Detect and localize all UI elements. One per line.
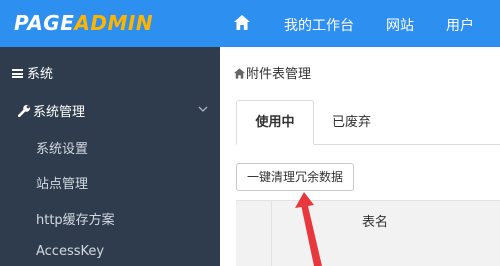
annotation-arrow xyxy=(295,192,322,266)
tab-deprecated[interactable]: 已废弃 xyxy=(332,100,371,145)
tab-in-use[interactable]: 使用中 xyxy=(236,100,314,145)
clean-redundant-data-button[interactable]: 一键清理冗余数据 xyxy=(236,163,354,191)
breadcrumb-home-icon xyxy=(234,68,245,79)
table-header-name: 表名 xyxy=(362,215,389,230)
sidebar-group-system-management[interactable]: 系统管理 xyxy=(17,101,208,121)
logo-text-page: PAGE xyxy=(14,11,75,35)
nav-user[interactable]: 用户 xyxy=(446,15,474,35)
sidebar-group-label: 系统管理 xyxy=(33,105,86,120)
nav-site[interactable]: 网站 xyxy=(386,15,414,35)
sidebar-item-site-management[interactable]: 站点管理 xyxy=(36,173,88,192)
sidebar-section-system[interactable]: 系统 xyxy=(12,63,53,82)
sidebar-item-accesskey[interactable]: AccessKey xyxy=(36,244,104,259)
breadcrumb: 附件表管理 xyxy=(234,63,311,82)
sidebar-section-label: 系统 xyxy=(27,67,54,82)
nav-workspace[interactable]: 我的工作台 xyxy=(284,15,354,35)
table-header-checkbox-column xyxy=(236,201,272,266)
home-icon[interactable] xyxy=(230,0,254,47)
main-content: 附件表管理 使用中 已废弃 一键清理冗余数据 表名 xyxy=(220,47,500,266)
sidebar-item-http-cache[interactable]: http缓存方案 xyxy=(36,209,115,228)
sidebar-item-system-settings[interactable]: 系统设置 xyxy=(36,138,88,157)
chevron-down-icon[interactable] xyxy=(198,103,208,118)
menu-icon xyxy=(12,69,23,78)
sidebar: 系统 系统管理 系统设置 站点管理 http缓存方案 AccessKey xyxy=(0,47,220,266)
logo-text-admin: ADMIN xyxy=(74,11,154,35)
breadcrumb-label: 附件表管理 xyxy=(246,67,312,82)
table-header: 表名 xyxy=(236,200,500,266)
logo[interactable]: PAGEADMIN xyxy=(14,11,153,35)
top-navbar: PAGEADMIN 我的工作台 网站 用户 xyxy=(0,0,500,47)
wrench-icon xyxy=(17,104,31,121)
